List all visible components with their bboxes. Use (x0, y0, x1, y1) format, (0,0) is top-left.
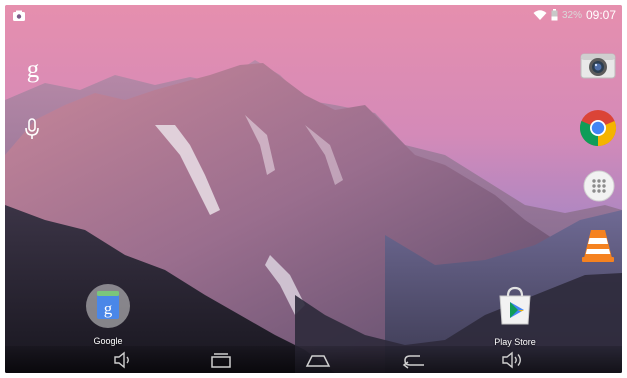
google-folder-label: Google (93, 336, 123, 346)
mic-icon[interactable] (24, 118, 40, 140)
wifi-icon (533, 10, 547, 20)
chrome-icon[interactable] (579, 109, 617, 147)
play-store-icon (499, 286, 531, 325)
battery-percent: 32% (561, 9, 582, 21)
clock: 09:07 (585, 8, 616, 22)
volume-up-icon[interactable] (499, 351, 527, 369)
recents-icon[interactable] (207, 351, 235, 369)
battery-icon (551, 9, 558, 21)
camera-icon[interactable] (579, 50, 617, 82)
android-home-screen: 32% 09:07 g g Google Play Store (5, 5, 622, 373)
google-folder[interactable]: g Google (68, 283, 148, 346)
google-search-button[interactable]: g (19, 55, 47, 85)
google-folder-icon: g (86, 284, 130, 328)
navigation-bar (5, 346, 622, 373)
status-right-cluster: 32% 09:07 (533, 8, 616, 22)
volume-down-icon[interactable] (109, 351, 137, 369)
back-icon[interactable] (402, 351, 430, 369)
svg-text:g: g (104, 299, 113, 318)
status-bar: 32% 09:07 (5, 5, 622, 27)
vlc-icon[interactable] (579, 225, 617, 265)
app-drawer-icon[interactable] (583, 170, 615, 202)
google-g-icon: g (26, 56, 40, 83)
home-icon[interactable] (304, 351, 332, 369)
play-store-app[interactable]: Play Store (475, 284, 555, 347)
notification-screenshot-icon (13, 10, 25, 21)
